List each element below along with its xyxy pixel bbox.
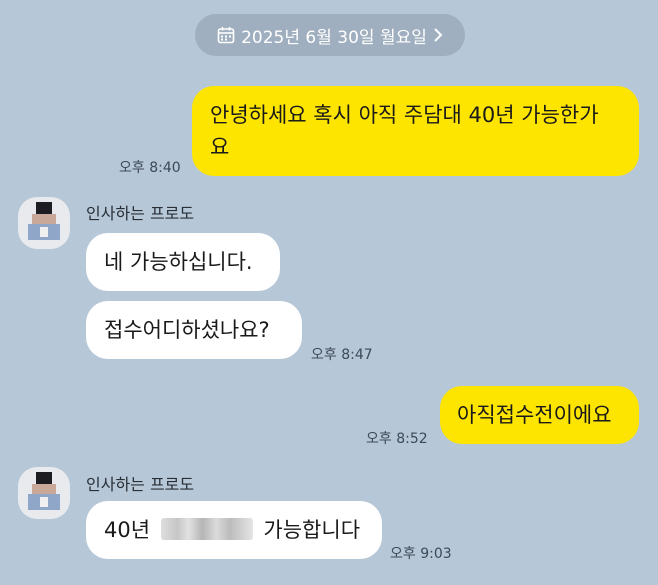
- message-text-line: 요: [210, 135, 230, 159]
- message-timestamp: 오후 8:52: [366, 431, 428, 447]
- message-text: 아직접수전이에요: [457, 403, 612, 427]
- their-message-bubble[interactable]: 네 가능하십니다.: [86, 233, 280, 291]
- message-text: 40년: [104, 518, 151, 542]
- sender-name: 인사하는 프로도: [86, 204, 195, 223]
- message-timestamp: 오후 8:47: [311, 347, 373, 363]
- message-text: 접수어디하셨나요?: [104, 318, 270, 342]
- message-timestamp: 오후 8:40: [119, 160, 181, 176]
- their-message-bubble[interactable]: 접수어디하셨나요?: [86, 301, 302, 359]
- avatar[interactable]: [18, 197, 70, 249]
- date-text: 2025년 6월 30일 월요일: [241, 27, 427, 48]
- sender-name: 인사하는 프로도: [86, 475, 195, 494]
- message-text: 네 가능하십니다.: [104, 250, 253, 274]
- their-message-bubble[interactable]: 40년 가능합니다: [86, 501, 382, 559]
- calendar-icon: [217, 26, 235, 44]
- message-timestamp: 오후 9:03: [390, 546, 452, 562]
- message-text-line: 안녕하세요 혹시 아직 주담대 40년 가능한가: [210, 103, 599, 127]
- chevron-right-icon: [433, 27, 443, 43]
- avatar[interactable]: [18, 467, 70, 519]
- my-message-bubble[interactable]: 아직접수전이에요: [440, 386, 639, 444]
- my-message-bubble[interactable]: 안녕하세요 혹시 아직 주담대 40년 가능한가 요: [192, 86, 639, 176]
- message-text: 가능합니다: [263, 518, 361, 542]
- redacted-text: [160, 518, 253, 540]
- date-separator[interactable]: 2025년 6월 30일 월요일: [195, 14, 465, 56]
